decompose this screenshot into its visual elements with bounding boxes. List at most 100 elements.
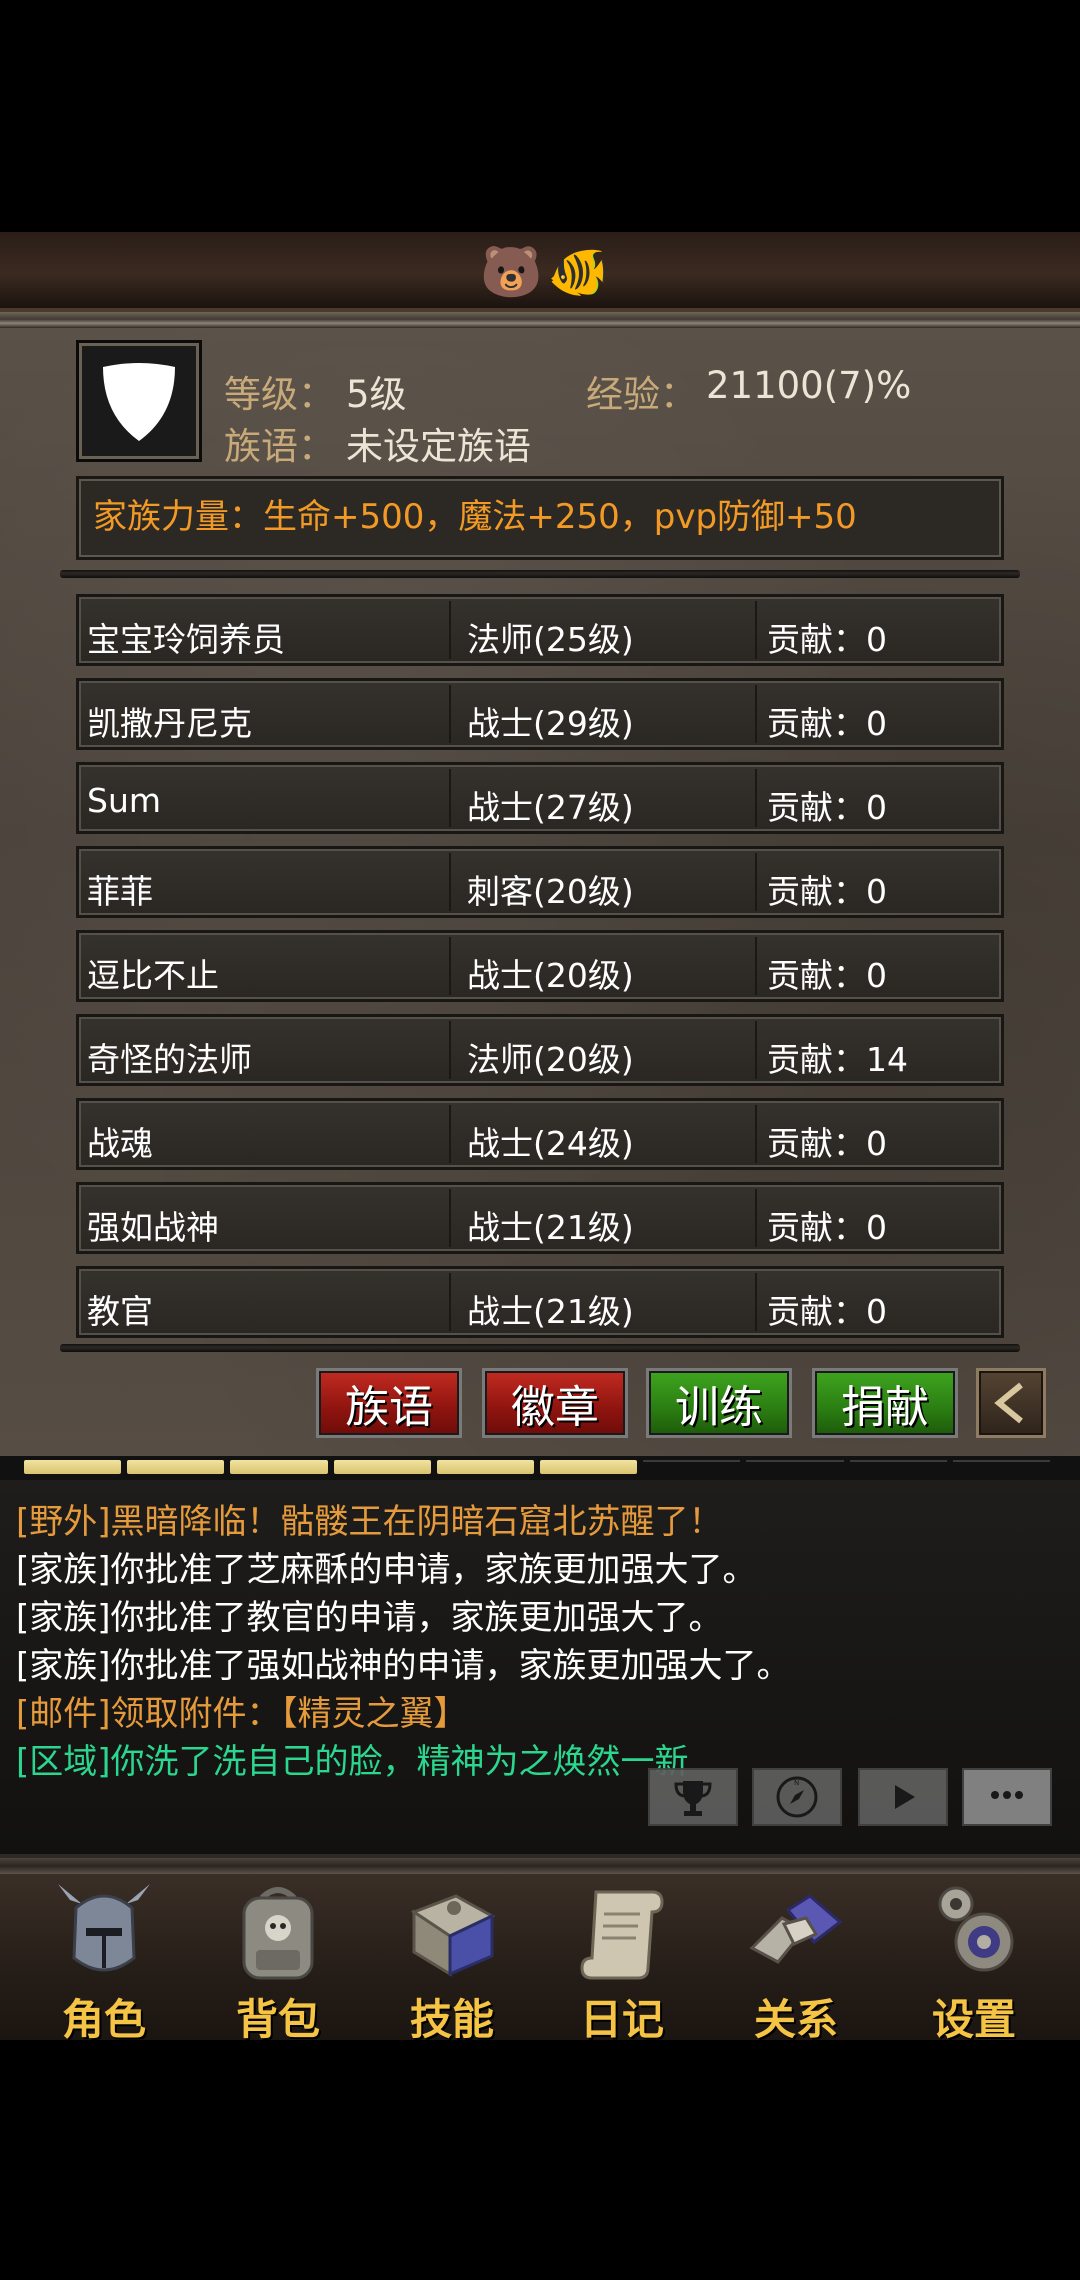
member-row[interactable]: 教官 战士(21级) 贡献：0	[76, 1266, 1004, 1338]
train-button[interactable]: 训练	[646, 1368, 792, 1438]
member-name: 菲菲	[87, 872, 153, 911]
nav-label: 技能	[409, 1995, 494, 2044]
trophy-icon	[674, 1781, 712, 1816]
member-class: 法师(25级)	[467, 620, 634, 659]
member-name: 奇怪的法师	[87, 1040, 252, 1079]
chat-line: [区域]你洗了洗自己的脸，精神为之焕然一新	[16, 1742, 689, 1782]
member-class: 战士(27级)	[467, 788, 634, 827]
banner-emojis: 🐻 🐠	[480, 242, 610, 302]
nav-relation[interactable]: 关系	[716, 1874, 876, 2044]
compass-icon: N	[776, 1776, 818, 1818]
member-contribution: 贡献：0	[767, 788, 887, 827]
motto-label: 族语：	[224, 425, 335, 468]
member-name: 宝宝玲饲养员	[87, 620, 285, 659]
member-row[interactable]: 菲菲 刺客(20级) 贡献：0	[76, 846, 1004, 918]
progress-segment-filled	[24, 1460, 122, 1474]
divider-bottom	[60, 1344, 1020, 1352]
progress-segment-empty	[849, 1460, 947, 1474]
member-contribution: 贡献：0	[767, 872, 887, 911]
nav-label: 关系	[753, 1995, 838, 2044]
chat-line: [邮件]领取附件：【精灵之翼】	[16, 1694, 468, 1734]
progress-segment-filled	[540, 1460, 638, 1474]
member-name: Sum	[87, 781, 162, 820]
family-emblem[interactable]	[76, 340, 202, 462]
exp-value: 21100(7)%	[706, 364, 912, 407]
member-row[interactable]: 奇怪的法师 法师(20级) 贡献：14	[76, 1014, 1004, 1086]
family-power-box: 家族力量：生命+500，魔法+250，pvp防御+50	[76, 476, 1004, 560]
bottom-trim	[0, 1858, 1080, 1874]
svg-text:N: N	[794, 1779, 799, 1787]
nav-label: 背包	[235, 1995, 320, 2044]
member-contribution: 贡献：0	[767, 1124, 887, 1163]
gauntlet-handshake-icon	[749, 1894, 843, 1964]
member-contribution: 贡献：0	[767, 1208, 887, 1247]
compass-button[interactable]: N	[752, 1768, 842, 1826]
shield-icon	[103, 363, 175, 441]
chat-bubble-icon	[991, 1791, 1023, 1799]
member-class: 刺客(20级)	[467, 872, 634, 911]
chat-line: [家族]你批准了强如战神的申请，家族更加强大了。	[16, 1646, 791, 1686]
chat-line: [家族]你批准了教官的申请，家族更加强大了。	[16, 1598, 723, 1638]
member-row[interactable]: 强如战神 战士(21级) 贡献：0	[76, 1182, 1004, 1254]
member-name: 凯撒丹尼克	[87, 704, 252, 743]
member-class: 战士(21级)	[467, 1208, 634, 1247]
nav-diary[interactable]: 日记	[542, 1874, 702, 2044]
nav-label: 角色	[61, 1995, 146, 2044]
play-icon	[895, 1785, 915, 1809]
motto-button[interactable]: 族语	[316, 1368, 462, 1438]
member-name: 逗比不止	[87, 956, 219, 995]
progress-segment-empty	[746, 1460, 844, 1474]
bear-icon: 🐻	[480, 243, 543, 301]
helmet-icon	[58, 1884, 150, 1972]
motto-value: 未设定族语	[346, 425, 531, 468]
back-button[interactable]	[976, 1368, 1046, 1438]
trophy-button[interactable]	[648, 1768, 738, 1826]
badge-button[interactable]: 徽章	[482, 1368, 628, 1438]
member-row[interactable]: Sum 战士(27级) 贡献：0	[76, 762, 1004, 834]
divider-top	[60, 570, 1020, 578]
scroll-icon	[580, 1890, 664, 1980]
top-trim	[0, 312, 1080, 328]
nav-role[interactable]: 角色	[24, 1874, 184, 2044]
screen: 🐻 🐠 等级： 5级 经验： 21100(7)% 族语： 未设定族语 家族力量：…	[0, 0, 1080, 2280]
nav-label: 设置	[931, 1995, 1016, 2044]
member-contribution: 贡献：0	[767, 704, 887, 743]
play-button[interactable]	[858, 1768, 948, 1826]
nav-skill[interactable]: 技能	[372, 1874, 532, 2044]
member-name: 教官	[87, 1292, 153, 1331]
chat-line: [家族]你批准了芝麻酥的申请，家族更加强大了。	[16, 1550, 757, 1590]
nav-settings[interactable]: 设置	[894, 1874, 1054, 2044]
level-label: 等级：	[224, 373, 335, 416]
member-row[interactable]: 凯撒丹尼克 战士(29级) 贡献：0	[76, 678, 1004, 750]
progress-segment-filled	[436, 1460, 534, 1474]
member-class: 战士(21级)	[467, 1292, 634, 1331]
chat-button[interactable]	[962, 1768, 1052, 1826]
progress-segment-empty	[952, 1460, 1050, 1474]
fish-icon: 🐠	[547, 243, 610, 301]
family-power-text: 家族力量：生命+500，魔法+250，pvp防御+50	[93, 497, 857, 537]
chat-line: [野外]黑暗降临！骷髅王在阴暗石窟北苏醒了！	[16, 1502, 723, 1542]
spellbook-icon	[410, 1894, 496, 1977]
progress-segment-empty	[643, 1460, 741, 1474]
progress-segment-filled	[230, 1460, 328, 1474]
member-class: 战士(29级)	[467, 704, 634, 743]
progress-segment-filled	[127, 1460, 225, 1474]
nav-label: 日记	[579, 1995, 664, 2044]
member-class: 法师(20级)	[467, 1040, 634, 1079]
member-contribution: 贡献：0	[767, 620, 887, 659]
backpack-icon	[242, 1887, 314, 1980]
level-value: 5级	[346, 373, 407, 416]
member-class: 战士(24级)	[467, 1124, 634, 1163]
member-name: 战魂	[87, 1124, 153, 1163]
member-contribution: 贡献：0	[767, 956, 887, 995]
member-row[interactable]: 逗比不止 战士(20级) 贡献：0	[76, 930, 1004, 1002]
member-row[interactable]: 宝宝玲饲养员 法师(25级) 贡献：0	[76, 594, 1004, 666]
nav-bag[interactable]: 背包	[198, 1874, 358, 2044]
member-class: 战士(20级)	[467, 956, 634, 995]
member-contribution: 贡献：0	[767, 1292, 887, 1331]
top-banner: 🐻 🐠	[0, 232, 1080, 312]
chevron-left-icon	[994, 1382, 1023, 1424]
donate-button[interactable]: 捐献	[812, 1368, 958, 1438]
member-row[interactable]: 战魂 战士(24级) 贡献：0	[76, 1098, 1004, 1170]
gear-icon	[938, 1886, 1014, 1972]
